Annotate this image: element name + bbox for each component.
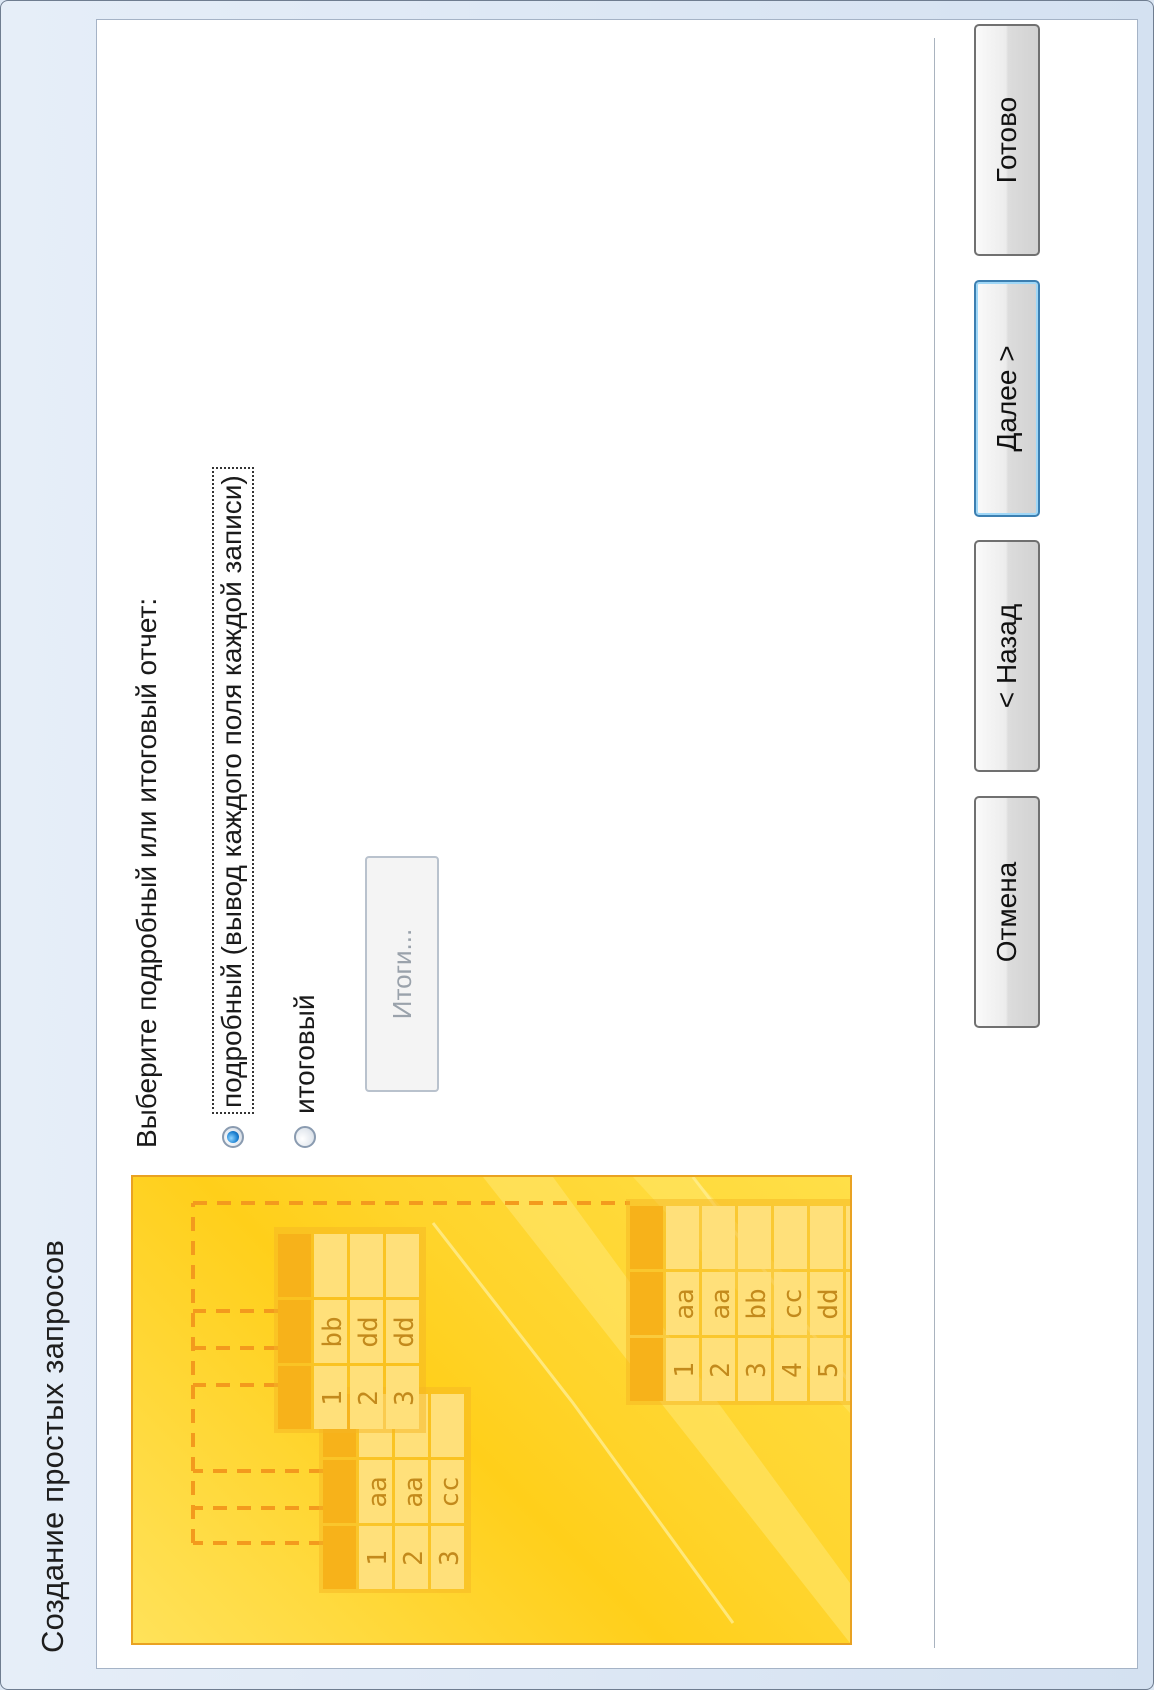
- preview-illustration: 1aa2aa3cc 1bb2dd3dd 1aa2aa3bb4cc5dd6dd: [131, 1175, 852, 1645]
- table-cell-text: dd: [390, 1316, 420, 1347]
- table-cell-text: 1: [318, 1390, 348, 1406]
- summary-label[interactable]: итоговый: [289, 994, 321, 1114]
- table-cell-text: 3: [742, 1362, 772, 1378]
- table-cell-text: 3: [390, 1390, 420, 1406]
- report-type-prompt: Выберите подробный или итоговый отчет:: [131, 597, 162, 1148]
- table-cell-text: 2: [354, 1390, 384, 1406]
- wizard-dialog: Создание простых запросов 1 aa 2 aa 3 cc 1 bb 2…: [0, 0, 1154, 1690]
- result-table: 1aa2aa3bb4cc5dd6dd: [626, 1199, 850, 1405]
- table-cell-text: 1: [670, 1362, 700, 1378]
- tables-diagram: 1aa2aa3cc 1bb2dd3dd 1aa2aa3bb4cc5dd6dd: [191, 1177, 850, 1643]
- table-cell-text: cc: [778, 1288, 808, 1319]
- table-cell-text: 1: [363, 1550, 393, 1566]
- detail-radio[interactable]: [222, 1126, 244, 1148]
- table-cell-text: aa: [363, 1476, 393, 1507]
- summary-options-button[interactable]: Итоги...: [365, 856, 439, 1092]
- finish-button[interactable]: Готово: [974, 24, 1040, 256]
- table-cell-text: 5: [814, 1362, 844, 1378]
- source-table-2: 1 bb 2 dd 3 dd: [274, 1227, 426, 1433]
- summary-radio[interactable]: [294, 1126, 316, 1148]
- table-cell-text: 4: [778, 1362, 808, 1378]
- table-cell-text: aa: [706, 1288, 736, 1319]
- table-cell-text: aa: [399, 1476, 429, 1507]
- table-cell-text: 3: [435, 1550, 465, 1566]
- cancel-button[interactable]: Отмена: [974, 796, 1040, 1028]
- detail-label[interactable]: подробный (вывод каждого поля каждой зап…: [212, 467, 254, 1114]
- button-separator: [934, 38, 935, 1648]
- summary-option[interactable]: итоговый: [289, 994, 321, 1148]
- table-cell-text: bb: [742, 1288, 772, 1319]
- table-cell-text: 2: [706, 1362, 736, 1378]
- back-button[interactable]: < Назад: [974, 540, 1040, 772]
- window-title: Создание простых запросов: [35, 1239, 70, 1653]
- table-cell-text: aa: [670, 1288, 700, 1319]
- table-cell-text: bb: [318, 1316, 348, 1347]
- detail-option[interactable]: подробный (вывод каждого поля каждой зап…: [212, 467, 254, 1148]
- next-button[interactable]: Далее >: [974, 280, 1040, 517]
- table-cell-text: 2: [399, 1550, 429, 1566]
- table-cell-text: cc: [435, 1476, 465, 1507]
- wizard-content: 1aa2aa3cc 1bb2dd3dd 1aa2aa3bb4cc5dd6dd В…: [96, 19, 1138, 1669]
- table-cell-text: dd: [354, 1316, 384, 1347]
- table-cell-text: dd: [814, 1288, 844, 1319]
